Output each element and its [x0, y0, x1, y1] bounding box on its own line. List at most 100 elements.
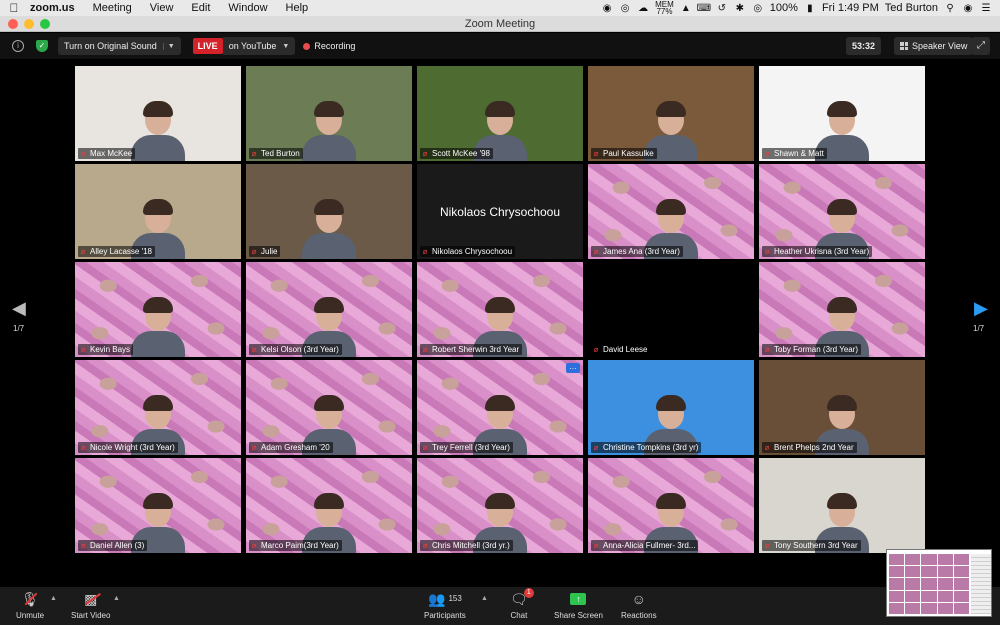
battery-icon[interactable]: ▮: [804, 3, 816, 14]
participant-tile[interactable]: ⌀ Ted Burton: [246, 66, 412, 161]
participant-tile[interactable]: ⌀ David Leese: [588, 262, 754, 357]
previous-page-arrow-icon[interactable]: ◀: [12, 298, 26, 319]
audio-options-chevron-icon[interactable]: ▲: [50, 595, 57, 602]
meeting-info-icon[interactable]: i: [12, 40, 24, 52]
unmute-button[interactable]: 🎙 Unmute: [16, 590, 44, 620]
participant-name-label: ⌀ Alley Lacasse '18: [78, 246, 156, 257]
muted-microphone-icon: ⌀: [80, 443, 86, 452]
speaker-view-button[interactable]: Speaker View: [894, 37, 974, 55]
participant-tile[interactable]: ⌀ Kelsi Olson (3rd Year): [246, 262, 412, 357]
participant-tile[interactable]: ⌀ Scott McKee '98: [417, 66, 583, 161]
menu-app-name[interactable]: zoom.us: [28, 2, 84, 14]
participant-tile[interactable]: Nikolaos Chrysochoou ⌀ Nikolaos Chrysochoo…: [417, 164, 583, 259]
video-options-chevron-icon[interactable]: ▲: [113, 595, 120, 602]
participant-name-label: ⌀ Julie: [249, 246, 281, 257]
participant-tile[interactable]: ⌀ Nicole Wright (3rd Year): [75, 360, 241, 455]
close-window-icon[interactable]: [8, 19, 18, 29]
participant-tile[interactable]: ⌀ Anna-Alicia Fullmer- 3rd...: [588, 458, 754, 553]
participant-name: Heather Ukrisna (3rd Year): [774, 247, 870, 256]
grid-icon: [900, 42, 908, 50]
memory-monitor[interactable]: MEM 77%: [655, 1, 674, 16]
menu-meeting[interactable]: Meeting: [84, 2, 141, 14]
participant-tile[interactable]: ⌀ Marco Paim(3rd Year): [246, 458, 412, 553]
minimize-window-icon[interactable]: [24, 19, 34, 29]
participant-tile[interactable]: … ⌀ Trey Ferrell (3rd Year): [417, 360, 583, 455]
encryption-shield-icon[interactable]: ✓: [36, 40, 48, 52]
chevron-down-icon[interactable]: ▼: [282, 43, 289, 50]
participant-tile[interactable]: ⌀ James Ana (3rd Year): [588, 164, 754, 259]
participants-button[interactable]: 👥 153 Participants: [424, 590, 466, 620]
input-source-icon[interactable]: ⌨: [697, 3, 711, 14]
participant-avatar: [298, 99, 360, 161]
notification-center-icon[interactable]: ☰: [980, 3, 992, 14]
reactions-button[interactable]: ☺ Reactions: [621, 590, 657, 620]
participant-tile[interactable]: ⌀ Paul Kassulke: [588, 66, 754, 161]
apple-menu-icon[interactable]: : [0, 1, 28, 15]
participant-name: Nikolaos Chrysochoou: [432, 247, 513, 256]
participant-tile[interactable]: ⌀ Heather Ukrisna (3rd Year): [759, 164, 925, 259]
share-screen-button[interactable]: ↑ Share Screen: [554, 590, 603, 620]
participant-name: Daniel Allen (3): [90, 541, 145, 550]
participant-name-label: ⌀ Ted Burton: [249, 148, 303, 159]
clock[interactable]: Fri 1:49 PM: [822, 2, 879, 14]
participant-name-label: ⌀ Chris Mitchell (3rd yr.): [420, 540, 513, 551]
chat-button[interactable]: 🗨 1 Chat: [510, 588, 534, 620]
muted-microphone-icon: ⌀: [593, 345, 599, 354]
chevron-down-icon[interactable]: ▼: [162, 42, 175, 50]
camera-status-icon[interactable]: ◉: [601, 3, 613, 14]
participant-name-label: ⌀ Shawn & Matt: [762, 148, 827, 159]
screen-record-icon[interactable]: ◎: [619, 3, 631, 14]
participant-tile[interactable]: ⌀ Julie: [246, 164, 412, 259]
more-options-icon[interactable]: …: [566, 363, 580, 373]
participant-name-label: ⌀ Anna-Alicia Fullmer- 3rd...: [591, 540, 699, 551]
original-sound-button[interactable]: Turn on Original Sound ▼: [58, 37, 181, 55]
participant-tile[interactable]: ⌀ Max McKee: [75, 66, 241, 161]
participant-name: Alley Lacasse '18: [90, 247, 153, 256]
participant-tile[interactable]: ⌀ Adam Gresham '20: [246, 360, 412, 455]
muted-microphone-icon: ⌀: [80, 149, 86, 158]
spotlight-search-icon[interactable]: ⚲: [944, 3, 956, 14]
menu-help[interactable]: Help: [277, 2, 318, 14]
participant-tile[interactable]: ⌀ Tony Southern 3rd Year: [759, 458, 925, 553]
next-page-arrow-icon[interactable]: ▶: [974, 298, 988, 319]
participant-tile[interactable]: ⌀ Toby Forman (3rd Year): [759, 262, 925, 357]
participant-tile[interactable]: ⌀ Shawn & Matt: [759, 66, 925, 161]
participant-name: Chris Mitchell (3rd yr.): [432, 541, 510, 550]
participants-options-chevron-icon[interactable]: ▲: [481, 595, 488, 602]
mini-screen-preview[interactable]: [886, 549, 992, 617]
participant-name-label: ⌀ Kelsi Olson (3rd Year): [249, 344, 342, 355]
window-title: Zoom Meeting: [464, 18, 536, 30]
start-video-button[interactable]: ▩ Start Video: [71, 590, 110, 620]
participant-tile[interactable]: ⌀ Christine Tompkins (3rd yr): [588, 360, 754, 455]
reactions-smiley-icon: ☺: [631, 591, 646, 607]
menu-view[interactable]: View: [141, 2, 183, 14]
participant-tile[interactable]: ⌀ Daniel Allen (3): [75, 458, 241, 553]
participant-name: David Leese: [603, 345, 648, 354]
wifi-icon[interactable]: ◎: [752, 3, 764, 14]
participant-tile[interactable]: ⌀ Brent Phelps 2nd Year: [759, 360, 925, 455]
participant-name-label: ⌀ Brent Phelps 2nd Year: [762, 442, 857, 453]
video-off-icon: ▩: [84, 590, 102, 608]
participant-name-label: ⌀ Trey Ferrell (3rd Year): [420, 442, 513, 453]
participant-name: Robert Sherwin 3rd Year: [432, 345, 520, 354]
participant-tile[interactable]: ⌀ Alley Lacasse '18: [75, 164, 241, 259]
user-name[interactable]: Ted Burton: [885, 2, 938, 14]
time-machine-icon[interactable]: ↺: [716, 3, 728, 14]
siri-icon[interactable]: ◉: [962, 3, 974, 14]
fullscreen-icon[interactable]: ⤢: [972, 37, 990, 55]
adobe-icon[interactable]: ▲: [680, 3, 692, 14]
menu-edit[interactable]: Edit: [182, 2, 219, 14]
unmute-label: Unmute: [16, 611, 45, 620]
bluetooth-icon[interactable]: ✱: [734, 3, 746, 14]
participant-name: Julie: [261, 247, 278, 256]
meeting-top-bar: i ✓ Turn on Original Sound ▼ LIVE on You…: [0, 33, 1000, 59]
live-stream-button[interactable]: on YouTube ▼: [222, 37, 296, 55]
participant-tile[interactable]: ⌀ Robert Sherwin 3rd Year: [417, 262, 583, 357]
zoom-window-icon[interactable]: [40, 19, 50, 29]
menu-window[interactable]: Window: [219, 2, 276, 14]
cloud-icon[interactable]: ☁: [637, 3, 649, 14]
recording-indicator[interactable]: Recording: [303, 41, 355, 51]
participant-tile[interactable]: ⌀ Chris Mitchell (3rd yr.): [417, 458, 583, 553]
participant-tile[interactable]: ⌀ Kevin Bays: [75, 262, 241, 357]
meeting-timer: 53:32: [846, 37, 882, 55]
